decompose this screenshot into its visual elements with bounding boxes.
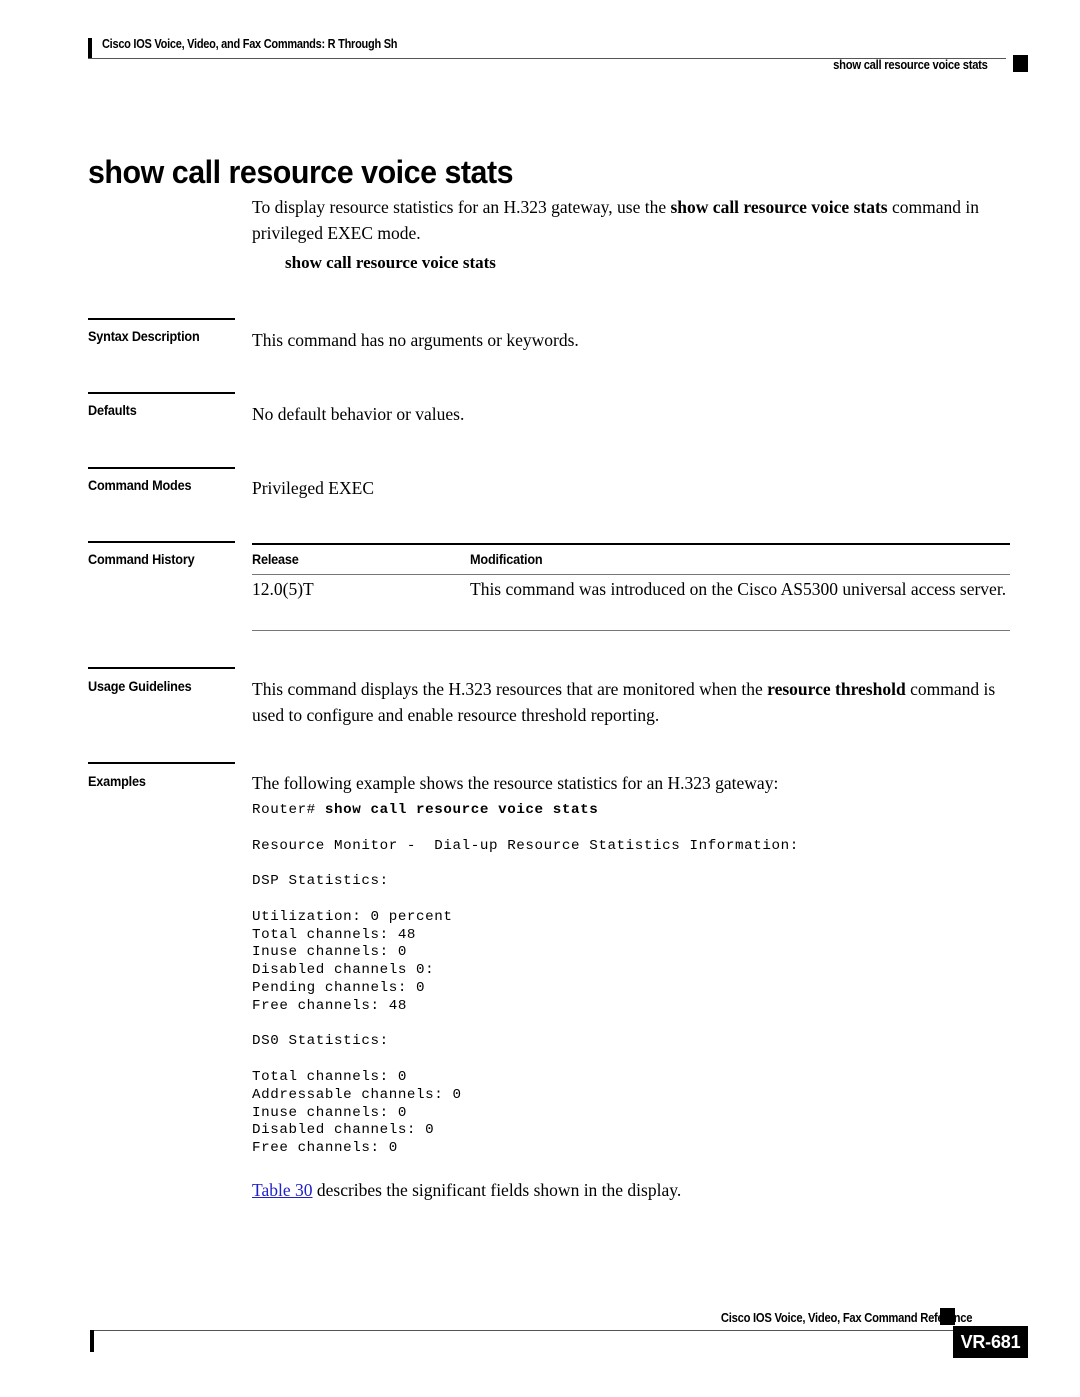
table-30-link[interactable]: Table 30 [252, 1180, 313, 1200]
examples-intro-text: The following example shows the resource… [252, 773, 779, 793]
header-left-marker [88, 38, 92, 59]
usage-guidelines-command: resource threshold [767, 679, 906, 699]
footer-square-marker [940, 1308, 955, 1325]
syntax-command-line: show call resource voice stats [285, 253, 496, 272]
footer-left-marker [90, 1330, 94, 1352]
syntax-description-rule [88, 318, 235, 320]
example-code-block: Router# show call resource voice stats R… [252, 802, 799, 1158]
command-history-table-bottom-rule [252, 630, 1010, 631]
command-modes-body: Privileged EXEC [252, 475, 1012, 501]
defaults-rule [88, 392, 235, 394]
intro-text-part1: To display resource statistics for an H.… [252, 197, 671, 217]
section-label-syntax-description: Syntax Description [88, 329, 200, 344]
defaults-text: No default behavior or values. [252, 404, 465, 424]
section-label-defaults: Defaults [88, 403, 137, 418]
syntax-description-body: This command has no arguments or keyword… [252, 327, 1012, 353]
code-output-lines: Resource Monitor - Dial-up Resource Stat… [252, 837, 799, 1157]
command-modes-text: Privileged EXEC [252, 478, 374, 498]
code-prompt: Router# [252, 802, 325, 818]
section-label-examples: Examples [88, 774, 146, 789]
page-title: show call resource voice stats [88, 154, 514, 191]
defaults-body: No default behavior or values. [252, 401, 1012, 427]
footer-title: Cisco IOS Voice, Video, Fax Command Refe… [720, 1311, 973, 1325]
command-history-header-divider [252, 574, 1010, 575]
section-label-command-modes: Command Modes [88, 478, 192, 493]
usage-guidelines-body: This command displays the H.323 resource… [252, 676, 1012, 728]
footer-rule [92, 1330, 956, 1331]
command-history-release-value: 12.0(5)T [252, 579, 314, 599]
section-label-command-history: Command History [88, 552, 195, 567]
header-command-name: show call resource voice stats [833, 58, 989, 72]
command-history-modification-value: This command was introduced on the Cisco… [470, 579, 1007, 599]
syntax-description-text: This command has no arguments or keyword… [252, 330, 579, 350]
section-label-usage-guidelines: Usage Guidelines [88, 679, 192, 694]
closing-text: describes the significant fields shown i… [312, 1180, 682, 1200]
header-book-title: Cisco IOS Voice, Video, and Fax Commands… [102, 37, 398, 51]
command-history-rule [88, 541, 235, 543]
examples-body: The following example shows the resource… [252, 770, 1012, 796]
command-modes-rule [88, 467, 235, 469]
command-history-column-release: Release [252, 552, 299, 567]
command-history-column-modification: Modification [470, 552, 543, 567]
usage-guidelines-part1: This command displays the H.323 resource… [252, 679, 768, 699]
intro-paragraph: To display resource statistics for an H.… [252, 194, 1012, 246]
intro-command-name: show call resource voice stats [670, 197, 888, 217]
page-header: Cisco IOS Voice, Video, and Fax Commands… [0, 0, 1080, 90]
examples-rule [88, 762, 235, 764]
closing-line: Table 30 describes the significant field… [252, 1180, 681, 1201]
code-typed-command: show call resource voice stats [324, 802, 599, 818]
command-history-table-top-rule [252, 543, 1010, 545]
footer-page-number: VR-681 [960, 1332, 1021, 1352]
header-square-marker [1013, 55, 1028, 72]
usage-guidelines-rule [88, 667, 235, 669]
